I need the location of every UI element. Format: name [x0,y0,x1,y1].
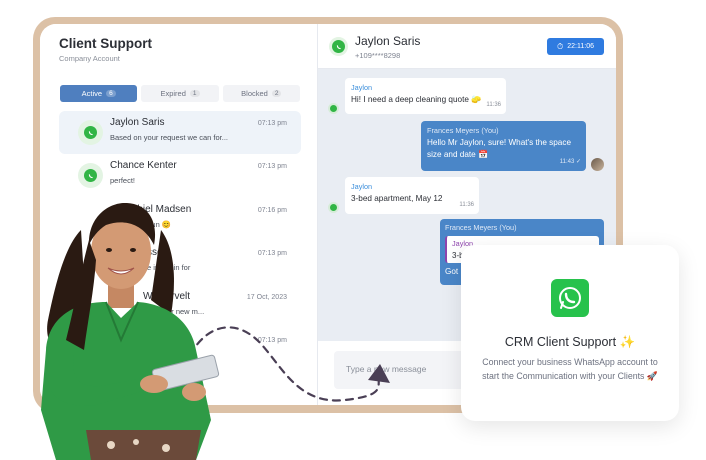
message-time: 11:36 [486,102,501,108]
contact-name: Jaylon Saris [355,34,421,48]
whatsapp-logo-icon [551,279,589,317]
tab-active[interactable]: Active 6 [60,85,138,102]
chat-time: 07:13 pm [257,163,287,170]
user-avatar [591,158,604,171]
session-timer-button[interactable]: ⏱ 22:11:06 [547,38,604,55]
message-sender: Frances Meyers (You) [445,223,517,232]
message-incoming: Jaylon 3-bed apartment, May 12 11:36 [345,177,479,214]
tab-label: Expired [160,89,186,98]
whatsapp-contact-icon [329,37,348,56]
chat-name: Chance Kenter [110,160,177,171]
chat-preview: Based on your request we can for... [110,133,228,142]
chat-time: 07:13 pm [257,337,287,344]
tab-count: 6 [106,90,116,97]
timer-value: 22:11:06 [567,43,594,50]
chat-preview: perfect! [110,176,136,185]
tab-label: Active [81,89,103,98]
whatsapp-icon [328,202,339,213]
whatsapp-avatar-icon [78,163,103,188]
support-agent-illustration [41,202,220,460]
card-description: Connect your business WhatsApp account t… [482,357,658,381]
chat-time: 17 Oct, 2023 [246,294,287,301]
message-text: 3-bed apartment, May 12 [351,194,443,203]
whatsapp-avatar-icon [78,120,103,145]
app-subtitle: Company Account [59,54,120,63]
message-text: Hi! I need a deep cleaning quote 🧽 [351,95,482,104]
message-sender: Jaylon [351,83,373,92]
tab-count: 1 [189,90,200,97]
message-outgoing: Frances Meyers (You) Hello Mr Jaylon, su… [421,121,586,171]
tab-expired[interactable]: Expired 1 [141,85,219,102]
clock-icon: ⏱ [557,41,564,51]
tab-label: Blocked [241,89,268,98]
chat-time: 07:16 pm [257,207,287,214]
whatsapp-icon [328,103,339,114]
message-incoming: Jaylon Hi! I need a deep cleaning quote … [345,78,506,114]
card-title: CRM Client Support ✨ [504,335,636,349]
chat-name: Jaylon Saris [110,117,165,128]
message-text: Hello Mr Jaylon, sure! What's the space … [427,138,571,159]
tab-blocked[interactable]: Blocked 2 [222,85,300,102]
message-sender: Jaylon [351,182,373,191]
app-title: Client Support [59,36,152,51]
chat-time: 07:13 pm [257,120,287,127]
message-sender: Frances Meyers (You) [427,126,499,135]
status-tabs: Active 6 Expired 1 Blocked 2 [60,85,300,102]
chat-time: 07:13 pm [257,250,287,257]
message-input[interactable]: Type a new message [334,351,474,389]
chat-item-jaylon-saris[interactable]: Jaylon Saris Based on your request we ca… [59,111,301,154]
tab-count: 2 [271,90,282,97]
contact-phone: +109****8298 [355,51,401,60]
conversation-header: Jaylon Saris +109****8298 ⏱ 22:11:06 [318,24,616,69]
message-time: 11:43 ✓ [559,159,581,165]
crm-info-card: CRM Client Support ✨ Connect your busine… [461,245,679,421]
message-time: 11:36 [459,202,474,208]
stage: Client Support Company Account Active 6 … [0,0,706,460]
